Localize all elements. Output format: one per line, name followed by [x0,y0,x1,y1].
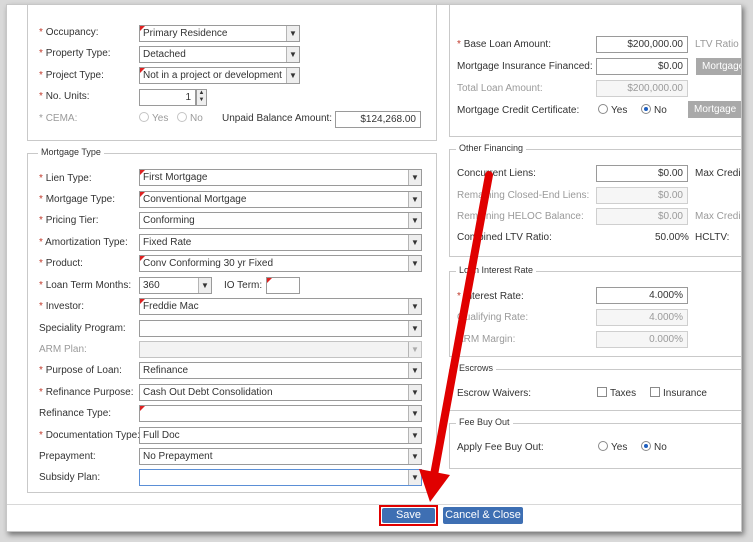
annotation-arrow-shaft [430,171,493,479]
loan-form-window: * Occupancy: Primary Residence ▼ * Proper… [6,4,742,532]
annotation-arrow-head [419,469,450,502]
annotation-arrow [419,171,493,502]
